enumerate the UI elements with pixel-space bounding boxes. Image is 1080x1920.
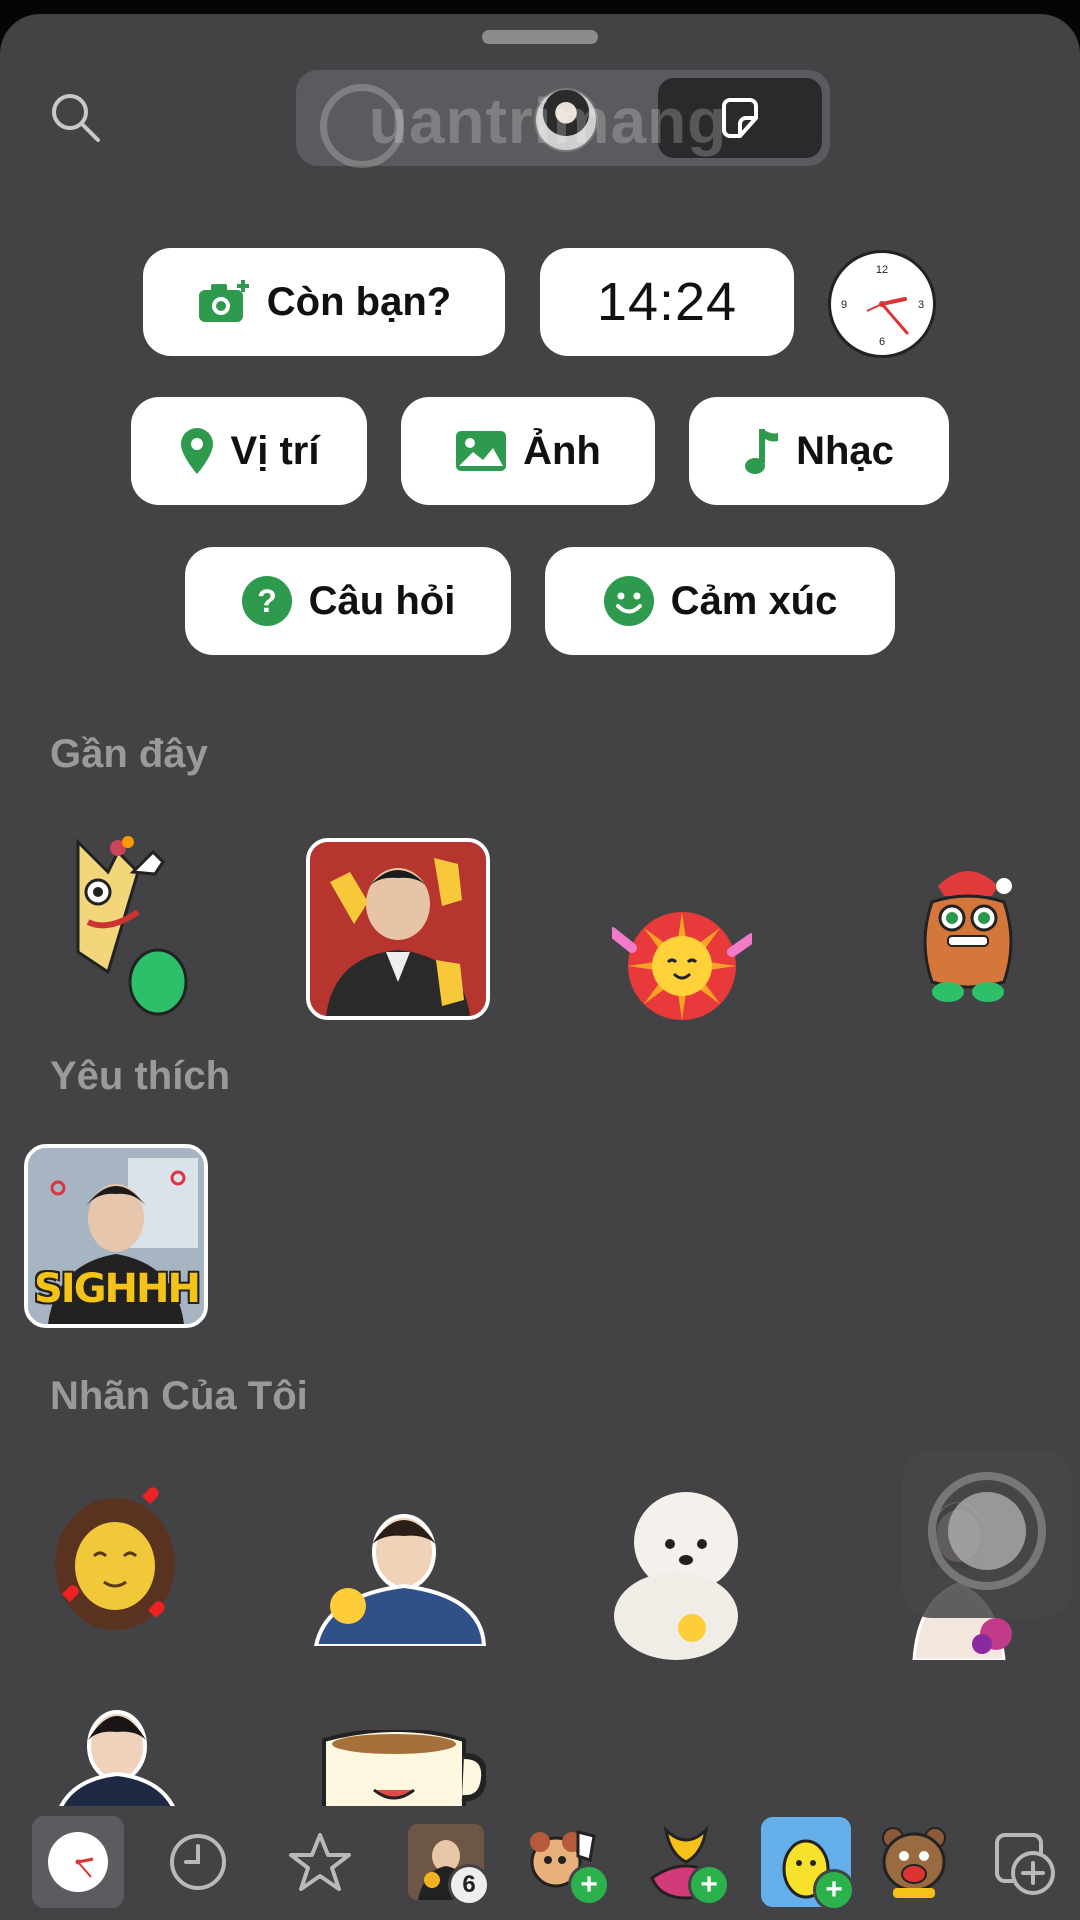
pack-thumbnail: 6 — [408, 1824, 490, 1906]
time-sticker-button[interactable]: 14:24 — [540, 248, 794, 356]
music-sticker-button[interactable]: Nhạc — [689, 397, 949, 505]
svg-text:9: 9 — [841, 299, 847, 311]
pack-thumbnail: + — [761, 1817, 855, 1911]
tab-pack-genie[interactable]: + — [640, 1816, 732, 1908]
svg-text:?: ? — [257, 583, 277, 619]
search-icon[interactable] — [48, 90, 104, 146]
svg-text:12: 12 — [876, 264, 888, 276]
tab-pack-bear[interactable] — [868, 1816, 960, 1908]
history-icon — [170, 1834, 226, 1890]
add-pack-badge: + — [688, 1864, 730, 1906]
tab-clock-stickers[interactable] — [32, 1816, 124, 1908]
sticker-puppy[interactable] — [606, 1488, 756, 1660]
sticker-sheet: Quantrimang Còn bạn? 14:24 12 3 6 9 Vị t… — [0, 14, 1080, 1920]
pack-thumbnail: + — [646, 1822, 730, 1906]
question-icon: ? — [241, 575, 293, 627]
location-label: Vị trí — [230, 428, 320, 473]
watermark-text: Quantrimang — [368, 85, 728, 157]
music-label: Nhạc — [796, 428, 894, 473]
question-sticker-button[interactable]: ? Câu hỏi — [185, 547, 511, 655]
sticker-recent-man-clapping[interactable] — [306, 838, 490, 1020]
my-stickers-section-title: Nhãn Của Tôi — [50, 1374, 308, 1418]
photo-label: Ảnh — [523, 428, 601, 473]
question-label: Câu hỏi — [308, 578, 456, 623]
sticker-recent-llama[interactable] — [48, 832, 188, 1022]
sticker-favorite-sighhh[interactable]: SIGHHH — [24, 1144, 208, 1328]
sticker-man-portrait[interactable] — [53, 1700, 181, 1822]
svg-text:3: 3 — [918, 299, 924, 311]
sticker-man-suit[interactable] — [312, 1504, 487, 1648]
time-label: 14:24 — [596, 272, 738, 332]
emotion-sticker-button[interactable]: Cảm xúc — [545, 547, 895, 655]
add-yours-button[interactable]: Còn bạn? — [143, 248, 505, 356]
emotion-label: Cảm xúc — [670, 578, 838, 623]
tab-pack-photos[interactable]: 6 — [400, 1816, 492, 1908]
location-sticker-button[interactable]: Vị trí — [131, 397, 367, 505]
tab-recent[interactable] — [152, 1816, 244, 1908]
image-icon — [455, 430, 507, 472]
assistive-touch-button[interactable] — [902, 1450, 1072, 1618]
favorites-section-title: Yêu thích — [50, 1054, 231, 1098]
sticker-recent-sun[interactable] — [607, 908, 757, 1024]
photo-sticker-button[interactable]: Ảnh — [401, 397, 655, 505]
add-pack-badge: + — [568, 1864, 610, 1906]
create-sticker-button[interactable] — [976, 1816, 1068, 1908]
sticker-memoji[interactable] — [52, 1484, 178, 1630]
drag-handle[interactable] — [482, 30, 598, 44]
sticker-tab-bar: 6 + + + — [0, 1806, 1080, 1920]
sticker-recent-potato[interactable] — [918, 856, 1018, 1006]
add-yours-label: Còn bạn? — [266, 279, 452, 324]
clock-icon — [48, 1832, 108, 1892]
add-pack-badge: + — [813, 1869, 855, 1911]
map-pin-icon — [179, 426, 215, 476]
pack-thumbnail: + — [526, 1822, 610, 1906]
star-icon — [289, 1833, 351, 1891]
tab-pack-mouse[interactable]: + — [520, 1816, 612, 1908]
camera-plus-icon — [197, 278, 251, 326]
tab-favorites[interactable] — [274, 1816, 366, 1908]
favorite-caption: SIGHHH — [34, 1266, 201, 1312]
smile-icon — [603, 575, 655, 627]
recent-section-title: Gần đây — [50, 732, 208, 776]
pack-count-badge: 6 — [448, 1864, 490, 1906]
add-sticker-icon — [995, 1833, 1055, 1895]
music-note-icon — [744, 425, 780, 477]
clock-icon[interactable]: 12 3 6 9 — [828, 250, 936, 358]
tab-pack-lemon[interactable]: + — [760, 1816, 855, 1911]
svg-text:6: 6 — [879, 336, 885, 348]
assistive-touch-dot — [948, 1492, 1026, 1570]
pack-thumbnail — [882, 1827, 946, 1898]
